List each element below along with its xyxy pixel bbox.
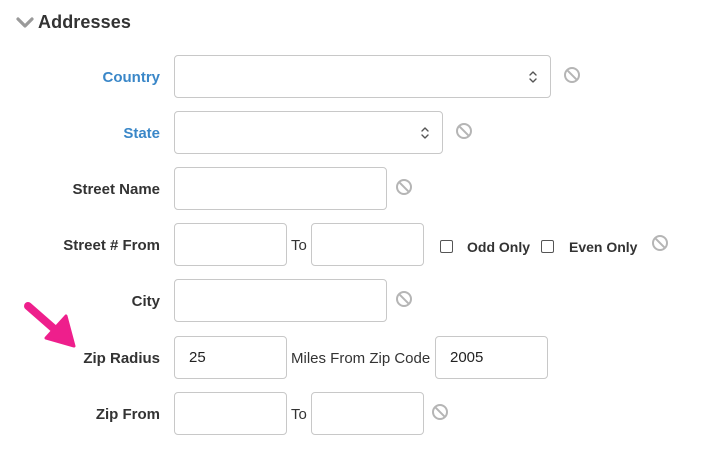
state-label[interactable]: State xyxy=(123,124,160,144)
street-number-label: Street # From xyxy=(63,237,160,254)
zip-to-input[interactable] xyxy=(311,392,424,435)
country-select[interactable] xyxy=(174,55,551,98)
zip-code-input[interactable] xyxy=(435,336,548,379)
city-clear-icon[interactable] xyxy=(395,290,413,308)
odd-only-checkbox[interactable] xyxy=(440,240,453,253)
even-only-checkbox[interactable] xyxy=(541,240,554,253)
zip-to-label: To xyxy=(291,406,307,423)
zip-from-input[interactable] xyxy=(174,392,287,435)
pointer-arrow-icon xyxy=(22,300,80,355)
state-clear-icon[interactable] xyxy=(455,122,473,140)
odd-only-label[interactable]: Odd Only xyxy=(467,238,530,256)
city-label: City xyxy=(131,293,160,310)
street-number-clear-icon[interactable] xyxy=(651,234,669,252)
chevron-up-down-icon xyxy=(420,126,430,140)
section-header-addresses[interactable]: Addresses xyxy=(16,12,131,33)
state-select[interactable] xyxy=(174,111,443,154)
even-only-label[interactable]: Even Only xyxy=(569,238,637,256)
street-number-from-input[interactable] xyxy=(174,223,287,266)
country-label[interactable]: Country xyxy=(103,68,161,88)
country-clear-icon[interactable] xyxy=(563,66,581,84)
street-name-clear-icon[interactable] xyxy=(395,178,413,196)
zip-from-label: Zip From xyxy=(95,406,160,423)
zip-from-clear-icon[interactable] xyxy=(431,403,449,421)
miles-from-zip-label: Miles From Zip Code xyxy=(291,350,431,367)
street-number-to-input[interactable] xyxy=(311,223,424,266)
street-name-label: Street Name xyxy=(72,181,160,198)
chevron-up-down-icon xyxy=(528,70,538,84)
zip-radius-label: Zip Radius xyxy=(83,350,160,367)
chevron-down-icon xyxy=(16,16,34,30)
city-input[interactable] xyxy=(174,279,387,322)
street-number-to-label: To xyxy=(291,237,307,254)
section-title: Addresses xyxy=(38,12,131,32)
zip-radius-input[interactable] xyxy=(174,336,287,379)
street-name-input[interactable] xyxy=(174,167,387,210)
